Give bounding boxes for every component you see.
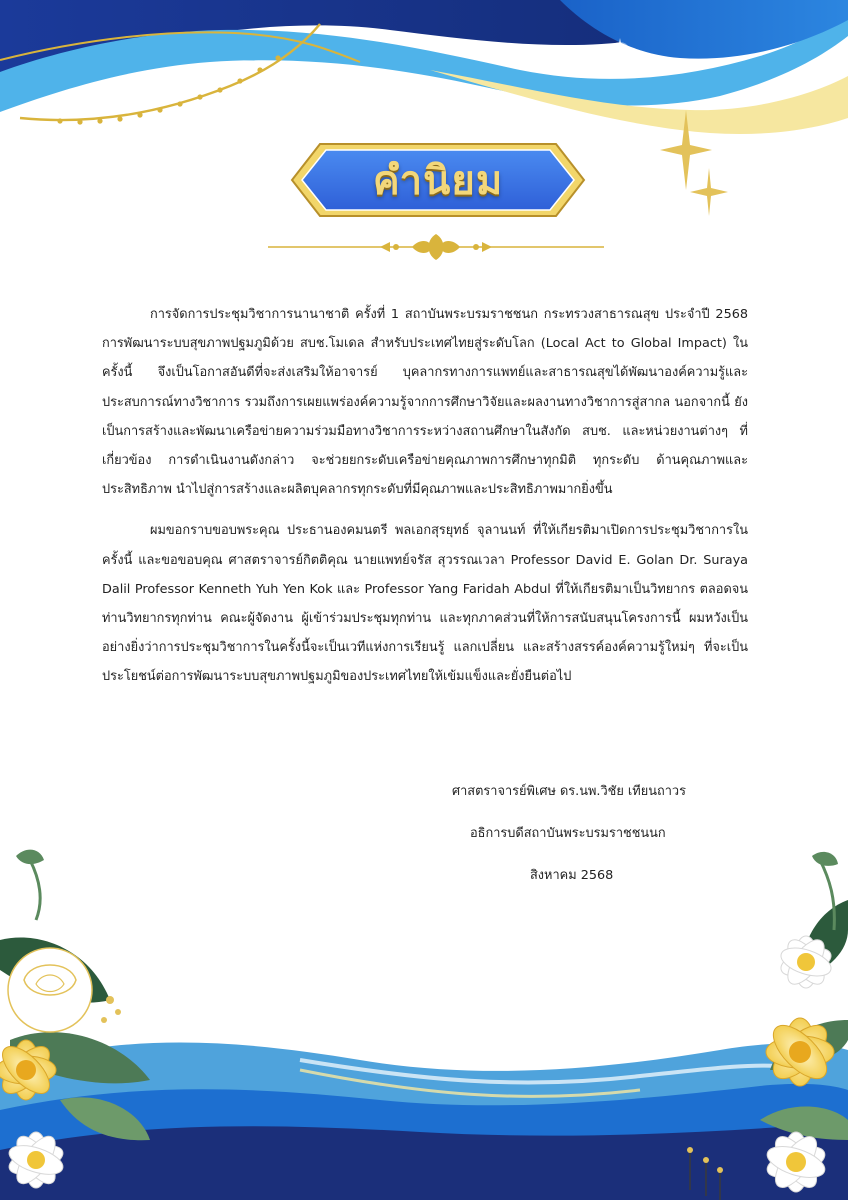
ornament-divider — [268, 234, 604, 260]
signature-name: ศาสตราจารย์พิเศษ ดร.นพ.วิชัย เทียนถาวร — [452, 784, 686, 799]
paragraph: ผมขอกราบขอบพระคุณ ประธานองคมนตรี พลเอกสุ… — [102, 523, 748, 685]
signature-date: สิงหาคม 2568 — [530, 868, 614, 883]
signature-position: อธิการบดีสถาบันพระบรมราชชนนก — [470, 826, 666, 841]
paragraph: การจัดการประชุมวิชาการนานาชาติ ครั้งที่ … — [102, 307, 748, 498]
body-text: การจัดการประชุมวิชาการนานาชาติ ครั้งที่ … — [102, 300, 748, 692]
